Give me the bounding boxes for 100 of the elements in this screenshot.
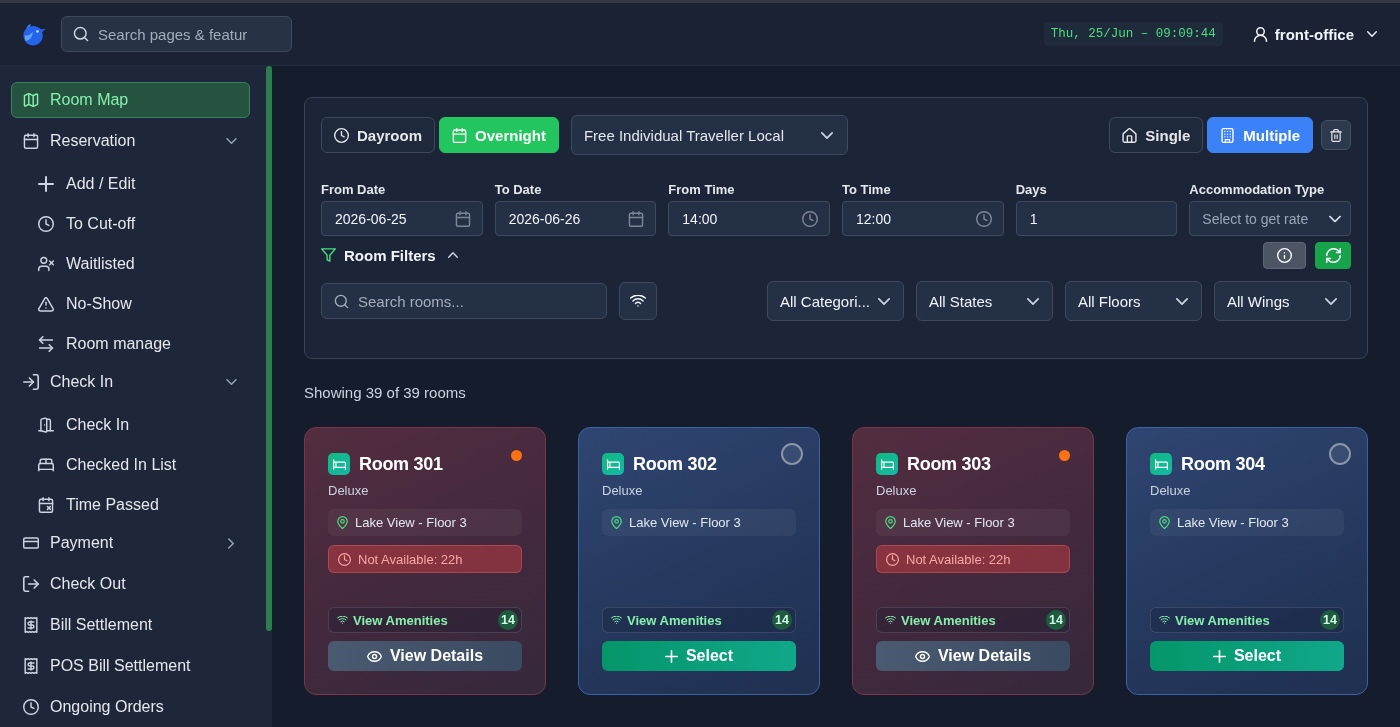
date-field[interactable]: 2026-06-25 xyxy=(321,201,483,236)
amenities-button[interactable]: View Amenities 14 xyxy=(328,607,522,633)
clock-icon xyxy=(23,699,39,715)
location-text: Lake View - Floor 3 xyxy=(903,515,1015,530)
clock-icon xyxy=(886,552,899,566)
info-button[interactable] xyxy=(1263,241,1306,269)
amenities-count-badge: 14 xyxy=(772,610,792,630)
sidebar-item[interactable]: Waitlisted xyxy=(11,249,250,279)
calendar-icon xyxy=(452,127,468,143)
sidebar-item[interactable]: Payment xyxy=(11,525,250,561)
chevron-down-icon xyxy=(1027,297,1039,305)
amenities-button[interactable]: View Amenities 14 xyxy=(602,607,796,633)
view-details-button[interactable]: View Details xyxy=(328,641,522,671)
sidebar-item[interactable]: Room manage xyxy=(11,329,250,359)
room-category: Deluxe xyxy=(602,483,644,498)
amenities-button[interactable]: View Amenities 14 xyxy=(876,607,1070,633)
filter-dropdown[interactable]: All Wings xyxy=(1214,281,1351,321)
calendar-icon xyxy=(628,210,645,227)
number-field[interactable]: 1 xyxy=(1015,201,1178,236)
calendar-icon xyxy=(23,133,39,149)
sidebar-item[interactable]: Reservation xyxy=(11,123,250,159)
chevron-down-icon xyxy=(1176,297,1188,305)
sidebar-item[interactable]: No-Show xyxy=(11,289,250,319)
view-details-button[interactable]: View Details xyxy=(876,641,1070,671)
bed-icon xyxy=(38,457,54,473)
user-x-icon xyxy=(38,256,54,272)
clock-icon xyxy=(334,127,349,143)
time-field[interactable]: 12:00 xyxy=(842,201,1004,236)
chevron-down-icon xyxy=(1367,31,1377,37)
sidebar-item[interactable]: POS Bill Settlement xyxy=(11,648,250,684)
date-time-display: Thu, 25/Jun – 09:09:44 xyxy=(1043,22,1223,46)
sidebar-item[interactable]: To Cut-off xyxy=(11,209,250,239)
room-category: Deluxe xyxy=(1150,483,1192,498)
room-mode-tab[interactable]: Single xyxy=(1109,117,1204,153)
filter-icon xyxy=(321,248,336,262)
bed-icon xyxy=(328,453,350,475)
chevron-down-icon xyxy=(1329,215,1341,222)
map-pin-icon xyxy=(1159,516,1170,529)
info-icon xyxy=(1277,247,1292,263)
search-field[interactable]: Search rooms... xyxy=(321,283,607,319)
bird-logo-icon[interactable] xyxy=(22,22,46,46)
sidebar-item[interactable]: Checked In List xyxy=(11,450,250,480)
sidebar-item[interactable]: Check Out xyxy=(11,566,250,602)
map-pin-icon xyxy=(611,516,622,529)
sidebar-item[interactable]: Ongoing Orders xyxy=(11,689,250,725)
room-name: Room 303 xyxy=(907,453,991,475)
scrollbar-thumb[interactable] xyxy=(266,66,272,631)
time-field[interactable]: 14:00 xyxy=(668,201,830,236)
map-pin-icon xyxy=(337,516,348,529)
stay-type-tab[interactable]: Dayroom xyxy=(321,117,436,153)
amenities-button[interactable]: View Amenities 14 xyxy=(1150,607,1344,633)
refresh-icon xyxy=(1325,247,1341,263)
clock-icon xyxy=(338,552,351,566)
chevron-down-icon xyxy=(820,131,833,139)
sidebar-item[interactable]: Bill Settlement xyxy=(11,607,250,643)
logout-icon xyxy=(23,576,39,592)
amenities-count-badge: 14 xyxy=(1320,610,1340,630)
results-count: Showing 39 of 39 rooms xyxy=(304,384,467,402)
filter-dropdown[interactable]: All States xyxy=(916,281,1053,321)
trash-icon xyxy=(1330,128,1342,142)
amenities-count-badge: 14 xyxy=(498,610,518,630)
user-icon xyxy=(1252,26,1268,42)
select-radio[interactable] xyxy=(781,443,803,465)
sidebar-item[interactable]: Room Map xyxy=(11,82,250,118)
bed-icon xyxy=(1150,453,1172,475)
sidebar-item[interactable]: Time Passed xyxy=(11,490,250,520)
field-label: From Date xyxy=(321,182,387,197)
receipt-icon xyxy=(23,617,39,633)
delete-button[interactable] xyxy=(1321,120,1351,150)
arrows-icon xyxy=(38,336,54,352)
field-label: Accommodation Type xyxy=(1189,182,1326,197)
room-filters-toggle[interactable]: Room Filters xyxy=(321,246,458,264)
dropdown-field[interactable]: Select to get rate xyxy=(1189,201,1351,236)
user-menu-button[interactable]: front-office xyxy=(1252,25,1377,43)
wifi-button[interactable] xyxy=(619,282,657,320)
search-field[interactable]: Search pages & featur xyxy=(61,16,292,52)
field-label: Days xyxy=(1015,182,1048,197)
clock-icon xyxy=(802,210,818,227)
sidebar-item[interactable]: Check In xyxy=(11,410,250,440)
date-field[interactable]: 2026-06-26 xyxy=(494,201,657,236)
location-text: Lake View - Floor 3 xyxy=(355,515,467,530)
refresh-button[interactable] xyxy=(1315,241,1351,269)
room-mode-tab[interactable]: Multiple xyxy=(1207,117,1313,153)
sidebar-item[interactable]: Check In xyxy=(11,364,250,400)
credit-card-icon xyxy=(23,535,39,551)
guest-type-dropdown[interactable]: Free Individual Traveller Local xyxy=(570,115,848,155)
location-text: Lake View - Floor 3 xyxy=(629,515,741,530)
select-radio[interactable] xyxy=(1329,443,1351,465)
login-icon xyxy=(23,374,39,390)
calendar-icon xyxy=(454,210,471,227)
sidebar-item[interactable]: Add / Edit xyxy=(11,169,250,199)
door-icon xyxy=(38,417,54,433)
wifi-icon xyxy=(337,616,348,624)
receipt-icon xyxy=(23,658,39,674)
room-name: Room 301 xyxy=(359,453,443,475)
filter-dropdown[interactable]: All Categori... xyxy=(767,281,904,321)
filter-dropdown[interactable]: All Floors xyxy=(1065,281,1202,321)
field-label: From Time xyxy=(668,182,736,197)
house-icon xyxy=(1122,127,1138,143)
wifi-icon xyxy=(885,616,896,624)
